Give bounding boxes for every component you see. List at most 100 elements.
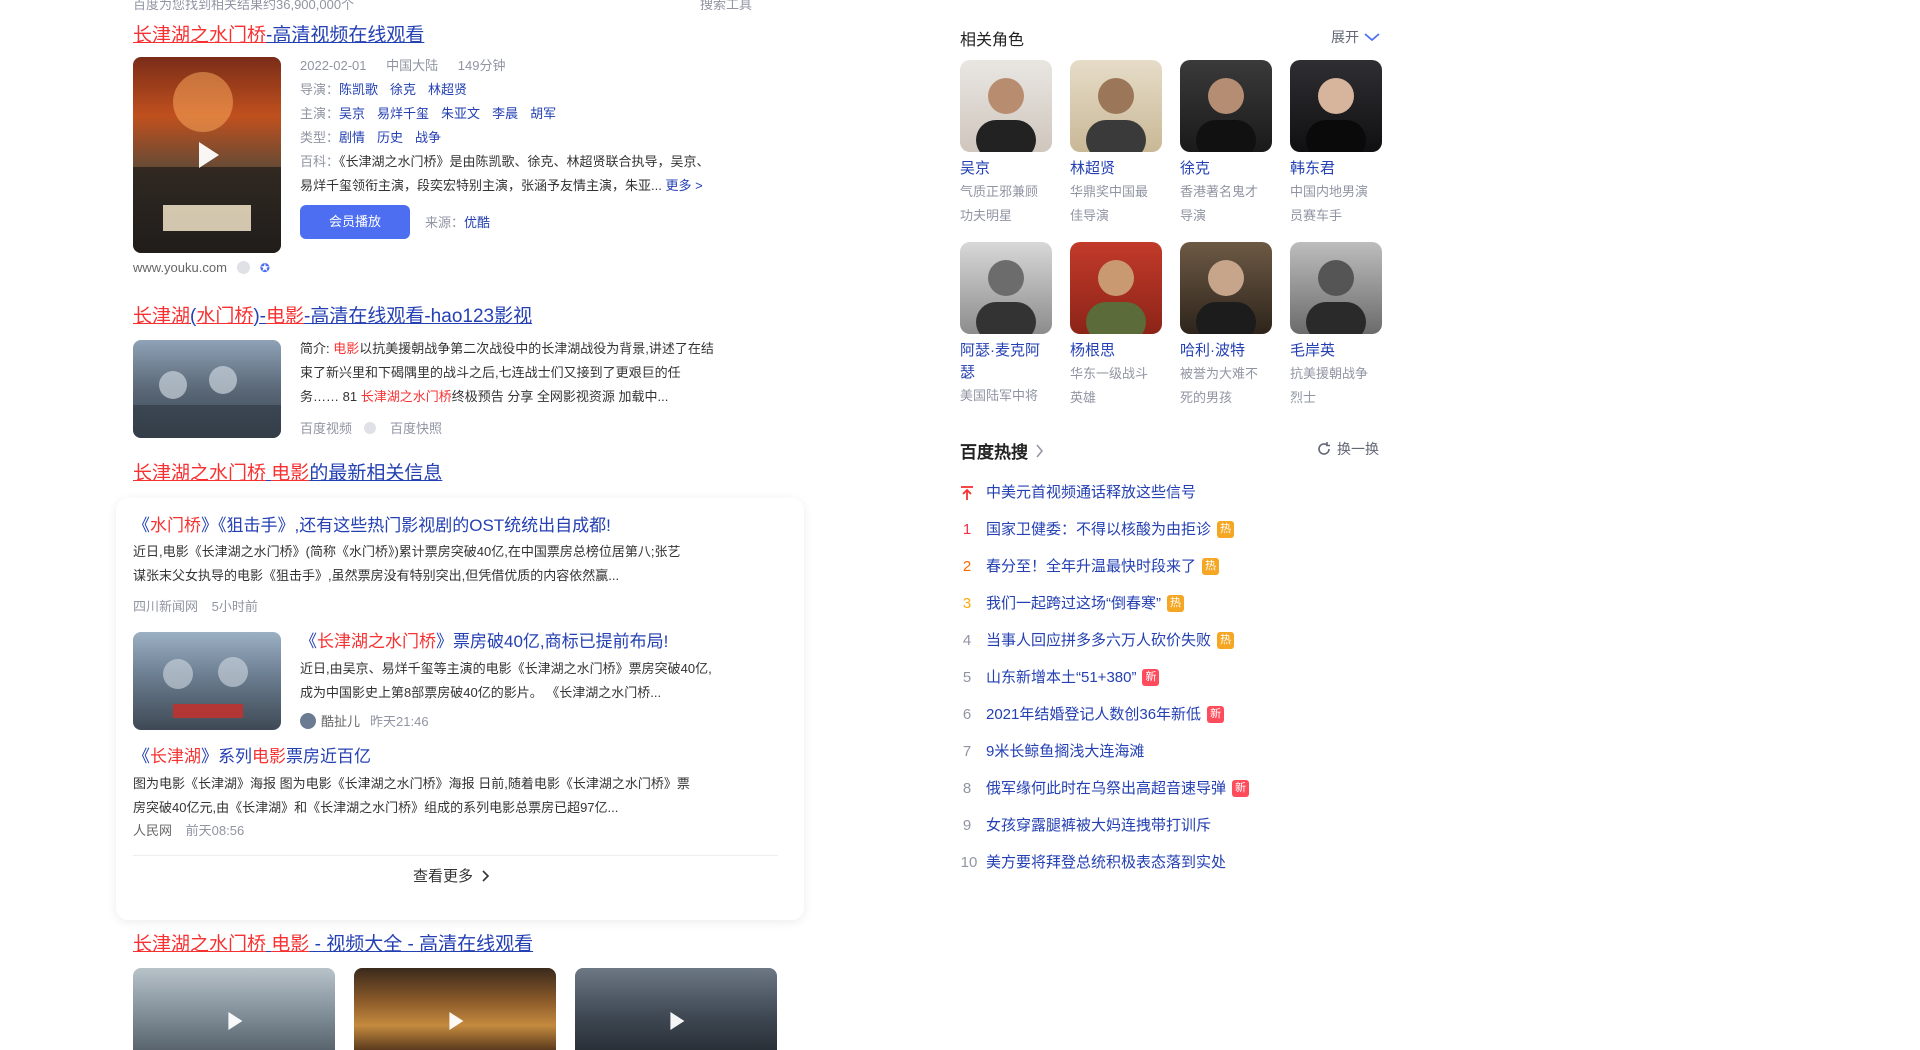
cast-link[interactable]: 李晨 bbox=[492, 106, 518, 121]
news-item-body: 近日,电影《长津湖之水门桥》(简称《水门桥》)累计票房突破40亿,在中国票房总榜… bbox=[133, 540, 788, 588]
expand-button[interactable]: 展开 bbox=[1331, 27, 1380, 47]
person-name[interactable]: 韩东君 bbox=[1290, 158, 1386, 180]
hot-search-item[interactable]: 10 美方要将拜登总统积极表态落到实处 bbox=[960, 844, 1400, 881]
person-name[interactable]: 毛岸英 bbox=[1290, 340, 1386, 362]
movie-poster[interactable] bbox=[133, 57, 281, 253]
result-title-2[interactable]: 长津湖(水门桥)-电影-高清在线观看-hao123影视 bbox=[133, 305, 532, 329]
result-title-text: -高清在线观看-hao123影视 bbox=[304, 306, 533, 327]
news-source: 四川新闻网 bbox=[133, 599, 199, 614]
hot-search-item[interactable]: 中美元首视频通话释放这些信号 bbox=[960, 474, 1400, 511]
news-item-title[interactable]: 《长津湖之水门桥》票房破40亿,商标已提前布局! bbox=[300, 630, 668, 654]
summary-text: 以抗美援朝战争第二次战役中的长津湖战役为背景,讲述了在结 bbox=[359, 341, 714, 356]
verified-icon bbox=[364, 421, 377, 434]
person-photo[interactable] bbox=[1180, 242, 1272, 334]
news-time: 昨天21:46 bbox=[370, 714, 429, 729]
person-desc: 香港著名鬼才 bbox=[1180, 184, 1259, 199]
duration: 149分钟 bbox=[457, 58, 506, 73]
news-item-title[interactable]: 《长津湖》系列电影票房近百亿 bbox=[133, 745, 371, 769]
hot-search-title: 2021年结婚登记人数创36年新低 bbox=[986, 705, 1202, 723]
hot-search-heading[interactable]: 百度热搜 bbox=[960, 438, 1044, 463]
news-body-line: 房突破40亿元,由《长津湖》和《长津湖之水门桥》组成的系列电影总票房已超97亿.… bbox=[133, 800, 619, 815]
result-url[interactable]: www.youku.com bbox=[133, 260, 227, 275]
person-desc: 英雄 bbox=[1070, 390, 1097, 405]
person-name[interactable]: 哈利·波特 bbox=[1180, 340, 1276, 362]
cast-link[interactable]: 朱亚文 bbox=[441, 106, 480, 121]
cast-link[interactable]: 易烊千玺 bbox=[377, 106, 429, 121]
source-baidu-video[interactable]: 百度视频 bbox=[300, 418, 352, 437]
news-item-meta: 四川新闻网 5小时前 bbox=[133, 596, 258, 615]
news-title-text: 《 bbox=[133, 516, 150, 535]
person-photo[interactable] bbox=[1070, 60, 1162, 152]
result-title-highlight: 水门桥 bbox=[196, 306, 254, 327]
hot-search-item[interactable]: 8 俄军缘何此时在乌祭出高超音速导弹 新 bbox=[960, 770, 1400, 807]
result-title-4[interactable]: 长津湖之水门桥 电影 - 视频大全 - 高清在线观看 bbox=[133, 933, 533, 957]
person-card-text: 毛岸英 抗美援朝战争 烈士 bbox=[1290, 340, 1386, 410]
see-more-label: 查看更多 bbox=[413, 868, 474, 885]
source-link[interactable]: 优酷 bbox=[464, 215, 490, 230]
member-play-button[interactable]: 会员播放 bbox=[300, 205, 410, 239]
video-thumbnail[interactable] bbox=[133, 968, 335, 1050]
video-thumbnail[interactable] bbox=[354, 968, 556, 1050]
cast-link[interactable]: 吴京 bbox=[339, 106, 365, 121]
search-tools-link[interactable]: 搜索工具 bbox=[700, 0, 752, 13]
more-link[interactable]: 更多 > bbox=[665, 178, 702, 193]
hot-badge: 热 bbox=[1167, 595, 1184, 612]
result-title-1[interactable]: 长津湖之水门桥-高清视频在线观看 bbox=[133, 24, 424, 48]
cast-link[interactable]: 胡军 bbox=[530, 106, 556, 121]
news-item-title[interactable]: 《水门桥》《狙击手》,还有这些热门影视剧的OST统统出自成都! bbox=[133, 514, 611, 538]
person-photo[interactable] bbox=[960, 242, 1052, 334]
genre-link[interactable]: 剧情 bbox=[339, 130, 365, 145]
hot-search-item[interactable]: 5 山东新增本土“51+380” 新 bbox=[960, 659, 1400, 696]
hot-search-item[interactable]: 2 春分至！全年升温最快时段来了 热 bbox=[960, 548, 1400, 585]
snapshot-link[interactable]: 百度快照 bbox=[390, 418, 442, 437]
genre-link[interactable]: 战争 bbox=[415, 130, 441, 145]
person-name[interactable]: 徐克 bbox=[1180, 158, 1276, 180]
person-desc: 佳导演 bbox=[1070, 208, 1110, 223]
news-title-highlight: 电影 bbox=[271, 463, 310, 484]
person-desc: 气质正邪兼顾 bbox=[960, 184, 1039, 199]
refresh-button[interactable]: 换一换 bbox=[1316, 439, 1379, 459]
hot-search-item[interactable]: 7 9米长鲸鱼搁浅大连海滩 bbox=[960, 733, 1400, 770]
hot-search-item[interactable]: 1 国家卫健委：不得以核酸为由拒诊 热 bbox=[960, 511, 1400, 548]
news-thumbnail[interactable] bbox=[133, 632, 281, 730]
chevron-down-icon bbox=[1364, 33, 1380, 42]
person-desc: 美国陆军中将 bbox=[960, 388, 1039, 403]
person-name[interactable]: 林超贤 bbox=[1070, 158, 1166, 180]
person-card-text: 徐克 香港著名鬼才 导演 bbox=[1180, 158, 1276, 228]
video-thumbnail[interactable] bbox=[575, 968, 777, 1050]
result-title-highlight: 电影 bbox=[266, 306, 305, 327]
person-photo[interactable] bbox=[1290, 60, 1382, 152]
news-section-title[interactable]: 长津湖之水门桥 电影的最新相关信息 bbox=[133, 462, 442, 486]
hot-search-item[interactable]: 9 女孩穿露腿裤被大妈连拽带打训斥 bbox=[960, 807, 1400, 844]
result-2-summary: 简介: 电影以抗美援朝战争第二次战役中的长津湖战役为背景,讲述了在结 束了新兴里… bbox=[300, 337, 795, 409]
person-photo[interactable] bbox=[1070, 242, 1162, 334]
director-link[interactable]: 徐克 bbox=[390, 82, 416, 97]
result-url-line: www.youku.com ✪ bbox=[133, 260, 270, 275]
hot-search-item[interactable]: 3 我们一起跨过这场“倒春寒” 热 bbox=[960, 585, 1400, 622]
see-more-button[interactable]: 查看更多 bbox=[413, 865, 491, 886]
person-photo[interactable] bbox=[1180, 60, 1272, 152]
person-desc: 功夫明星 bbox=[960, 208, 1013, 223]
person-name-cont[interactable]: 瑟 bbox=[960, 362, 1056, 384]
news-body-line: 近日,由吴京、易烊千玺等主演的电影《长津湖之水门桥》票房突破40亿, bbox=[300, 661, 712, 676]
hot-rank: 6 bbox=[962, 705, 972, 723]
hot-search-item[interactable]: 4 当事人回应拼多多六万人砍价失败 热 bbox=[960, 622, 1400, 659]
person-name[interactable]: 阿瑟·麦克阿 bbox=[960, 340, 1056, 362]
hot-search-item[interactable]: 6 2021年结婚登记人数创36年新低 新 bbox=[960, 696, 1400, 733]
person-name[interactable]: 杨根思 bbox=[1070, 340, 1166, 362]
news-title-highlight: 长津湖之水门桥 bbox=[133, 463, 267, 484]
person-photo[interactable] bbox=[960, 60, 1052, 152]
chevron-right-icon bbox=[1036, 444, 1043, 457]
person-name[interactable]: 吴京 bbox=[960, 158, 1056, 180]
hot-search-list: 中美元首视频通话释放这些信号 1 国家卫健委：不得以核酸为由拒诊 热 2 春分至… bbox=[960, 474, 1400, 881]
news-time: 5小时前 bbox=[211, 599, 258, 614]
person-photo[interactable] bbox=[1290, 242, 1382, 334]
person-silhouette bbox=[1306, 78, 1366, 152]
hot-search-title: 当事人回应拼多多六万人砍价失败 bbox=[986, 631, 1212, 649]
result-thumbnail[interactable] bbox=[133, 340, 281, 438]
genre-link[interactable]: 历史 bbox=[377, 130, 403, 145]
person-silhouette bbox=[1306, 260, 1366, 334]
director-link[interactable]: 陈凯歌 bbox=[339, 82, 378, 97]
news-body-line: 谋张末父女执导的电影《狙击手》,虽然票房没有特别突出,但凭借优质的内容依然赢..… bbox=[133, 568, 620, 583]
director-link[interactable]: 林超贤 bbox=[428, 82, 467, 97]
